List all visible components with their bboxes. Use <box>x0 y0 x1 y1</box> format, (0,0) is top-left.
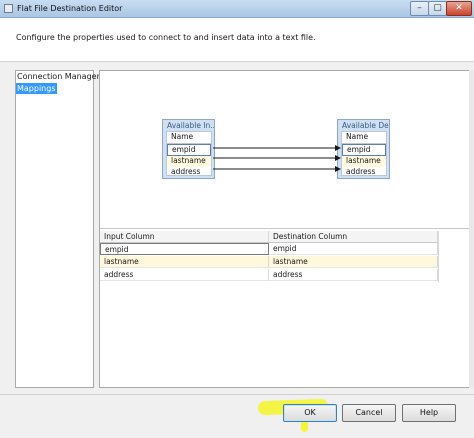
grid-divider <box>438 231 439 282</box>
grid-header-destination-column[interactable]: Destination Column <box>269 231 438 243</box>
cancel-button[interactable]: Cancel <box>342 404 396 422</box>
mapping-diagram <box>100 71 469 229</box>
destination-column-address[interactable]: address <box>342 167 386 178</box>
maximize-button[interactable]: ▢ <box>428 1 447 16</box>
input-column-address[interactable]: address <box>167 167 211 178</box>
destination-column-lastname[interactable]: lastname <box>342 156 386 167</box>
destination-box-title: Available De... <box>342 121 389 130</box>
footer-separator <box>0 394 474 395</box>
nav-item-mappings[interactable]: Mappings <box>16 83 57 94</box>
grid-cell-input-lastname[interactable]: lastname <box>100 256 269 268</box>
app-icon <box>4 4 13 13</box>
input-column-list: Name empid lastname address <box>166 131 212 176</box>
grid-cell-destination-lastname[interactable]: lastname <box>269 256 438 268</box>
grid-cell-input-address[interactable]: address <box>100 269 269 281</box>
input-name-header: Name <box>167 132 211 144</box>
grid-cell-input-empid[interactable]: empid <box>100 243 269 255</box>
input-column-empid[interactable]: empid <box>167 143 211 156</box>
grid-header-input-column[interactable]: Input Column <box>100 231 269 243</box>
destination-name-header: Name <box>342 132 386 144</box>
nav-item-connection-manager[interactable]: Connection Manager <box>16 71 101 82</box>
close-button[interactable]: ✕ <box>446 1 472 16</box>
ok-button[interactable]: OK <box>283 404 337 422</box>
editor-description: Configure the properties used to connect… <box>16 33 316 42</box>
page-navigation-list <box>15 70 94 388</box>
grid-cell-destination-empid[interactable]: empid <box>269 243 438 255</box>
help-button[interactable]: Help <box>402 404 456 422</box>
window-title: Flat File Destination Editor <box>17 4 123 13</box>
input-box-title: Available In... <box>167 121 214 130</box>
panel-edge <box>469 70 474 388</box>
input-column-lastname[interactable]: lastname <box>167 156 211 167</box>
grid-cell-destination-address[interactable]: address <box>269 269 438 281</box>
destination-column-empid[interactable]: empid <box>342 143 386 156</box>
destination-column-list: Name empid lastname address <box>341 131 387 176</box>
minimize-button[interactable]: – <box>410 1 429 16</box>
